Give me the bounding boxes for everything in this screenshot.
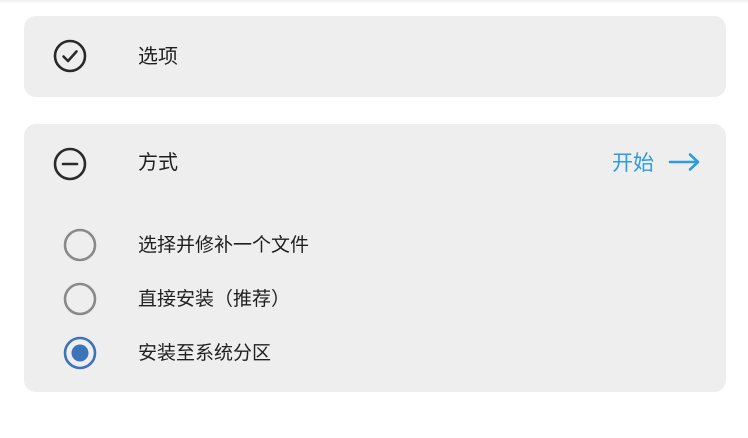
top-bar-shadow bbox=[0, 0, 748, 4]
radio-unchecked-icon[interactable] bbox=[62, 281, 98, 317]
method-card: 方式 开始 选择并修补一个文件 直接安装（推荐） 安装至系统分区 bbox=[24, 124, 726, 392]
start-label: 开始 bbox=[612, 151, 654, 175]
method-title: 方式 bbox=[138, 150, 178, 174]
radio-label: 安装至系统分区 bbox=[138, 342, 272, 364]
radio-checked-icon[interactable] bbox=[62, 335, 98, 371]
radio-label: 选择并修补一个文件 bbox=[138, 234, 310, 256]
options-title: 选项 bbox=[138, 44, 178, 68]
radio-label: 直接安装（推荐） bbox=[138, 288, 291, 310]
minus-circle-icon[interactable] bbox=[52, 146, 88, 182]
start-button[interactable]: 开始 bbox=[612, 146, 702, 178]
radio-unchecked-icon[interactable] bbox=[62, 227, 98, 263]
radio-option-direct-install[interactable]: 直接安装（推荐） bbox=[62, 281, 290, 317]
options-card[interactable]: 选项 bbox=[24, 16, 726, 97]
radio-option-system-partition[interactable]: 安装至系统分区 bbox=[62, 335, 271, 371]
check-circle-icon bbox=[52, 38, 88, 74]
radio-option-patch-file[interactable]: 选择并修补一个文件 bbox=[62, 227, 309, 263]
arrow-right-icon bbox=[668, 152, 702, 172]
